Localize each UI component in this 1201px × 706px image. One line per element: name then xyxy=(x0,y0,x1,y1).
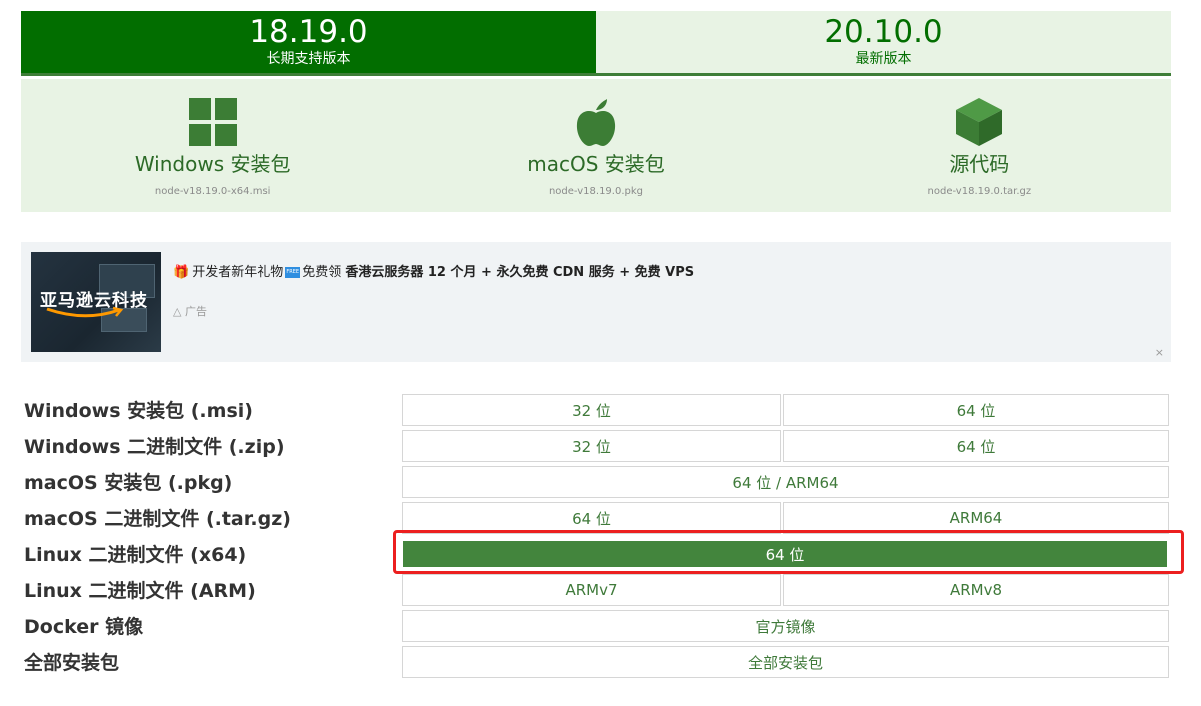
card-source-name: 源代码 xyxy=(949,152,1010,176)
download-row: Windows 二进制文件 (.zip) 32 位 64 位 xyxy=(24,430,1170,462)
download-button[interactable]: 官方镜像 xyxy=(402,610,1169,642)
download-button[interactable]: 64 位 xyxy=(783,430,1169,462)
box-icon xyxy=(956,98,1003,146)
download-row-label: Docker 镜像 xyxy=(24,616,144,638)
download-row-label: Linux 二进制文件 (ARM) xyxy=(24,580,256,602)
version-tabs: 18.19.0 长期支持版本 20.10.0 最新版本 xyxy=(21,11,1171,76)
download-row-label: 全部安装包 xyxy=(24,652,120,674)
apple-icon xyxy=(576,99,616,146)
card-windows-name: Windows 安装包 xyxy=(134,152,291,176)
download-row: Windows 安装包 (.msi) 32 位 64 位 xyxy=(24,394,1170,426)
download-row: Linux 二进制文件 (x64) 64 位 xyxy=(24,538,1170,570)
free-icon: FREE xyxy=(285,267,301,278)
ad-text-a: 开发者新年礼物 xyxy=(192,265,284,280)
ad-label: △ 广告 xyxy=(173,303,207,319)
download-row-label: Windows 二进制文件 (.zip) xyxy=(24,436,285,458)
ad-image[interactable]: 亚马逊云科技 xyxy=(31,252,161,352)
download-button[interactable]: 64 位 xyxy=(402,502,781,534)
download-button[interactable]: ARMv7 xyxy=(402,574,781,606)
ad-close-button[interactable]: × xyxy=(1155,346,1164,359)
tab-lts[interactable]: 18.19.0 长期支持版本 xyxy=(21,11,596,73)
card-source-file: node-v18.19.0.tar.gz xyxy=(927,186,1032,197)
download-row: Linux 二进制文件 (ARM) ARMv7 ARMv8 xyxy=(24,574,1170,606)
card-windows-installer[interactable]: Windows 安装包 node-v18.19.0-x64.msi xyxy=(21,79,404,212)
ad-label-text: 广告 xyxy=(184,305,207,318)
smile-arrow-icon xyxy=(46,306,124,318)
download-row-label: macOS 二进制文件 (.tar.gz) xyxy=(24,508,291,530)
download-button[interactable]: 64 位 / ARM64 xyxy=(402,466,1169,498)
card-macos-file: node-v18.19.0.pkg xyxy=(548,186,644,197)
ad-headline[interactable]: 🎁 开发者新年礼物 FREE 免费领 香港云服务器 12 个月 + 永久免费 CDN … xyxy=(173,261,694,280)
card-source-code[interactable]: 源代码 node-v18.19.0.tar.gz xyxy=(788,79,1171,212)
download-button[interactable]: 32 位 xyxy=(402,430,781,462)
windows-icon xyxy=(188,98,237,146)
tab-lts-version: 18.19.0 xyxy=(249,14,368,50)
download-row: macOS 安装包 (.pkg) 64 位 / ARM64 xyxy=(24,466,1170,498)
download-button[interactable]: ARM64 xyxy=(783,502,1169,534)
advertisement[interactable]: 亚马逊云科技 🎁 开发者新年礼物 FREE 免费领 香港云服务器 12 个月 + 永久… xyxy=(21,242,1171,362)
ad-text-b: 免费领 xyxy=(302,265,342,280)
tab-current[interactable]: 20.10.0 最新版本 xyxy=(596,11,1171,73)
download-cards: Windows 安装包 node-v18.19.0-x64.msi macOS … xyxy=(21,79,1171,212)
tab-current-version: 20.10.0 xyxy=(824,14,943,50)
download-button[interactable]: ARMv8 xyxy=(783,574,1169,606)
download-row: Docker 镜像 官方镜像 xyxy=(24,610,1170,642)
card-macos-name: macOS 安装包 xyxy=(527,152,665,176)
download-button[interactable]: 64 位 xyxy=(783,394,1169,426)
card-windows-file: node-v18.19.0-x64.msi xyxy=(154,186,271,197)
card-macos-installer[interactable]: macOS 安装包 node-v18.19.0.pkg xyxy=(404,79,787,212)
download-row: 全部安装包 全部安装包 xyxy=(24,646,1170,678)
download-row: macOS 二进制文件 (.tar.gz) 64 位 ARM64 xyxy=(24,502,1170,534)
download-row-label: Windows 安装包 (.msi) xyxy=(24,400,253,422)
tab-lts-label: 长期支持版本 xyxy=(266,51,351,67)
tab-current-label: 最新版本 xyxy=(855,51,912,67)
linux-x64-download-button[interactable]: 64 位 xyxy=(403,541,1167,567)
download-button[interactable]: 全部安装包 xyxy=(402,646,1169,678)
download-row-label: macOS 安装包 (.pkg) xyxy=(24,472,233,494)
ad-mark-icon: △ xyxy=(173,305,185,318)
gift-icon: 🎁 xyxy=(173,265,190,280)
ad-text-bold: 香港云服务器 12 个月 + 永久免费 CDN 服务 + 免费 VPS xyxy=(345,265,695,280)
download-button[interactable]: 32 位 xyxy=(402,394,781,426)
download-row-label: Linux 二进制文件 (x64) xyxy=(24,544,247,566)
